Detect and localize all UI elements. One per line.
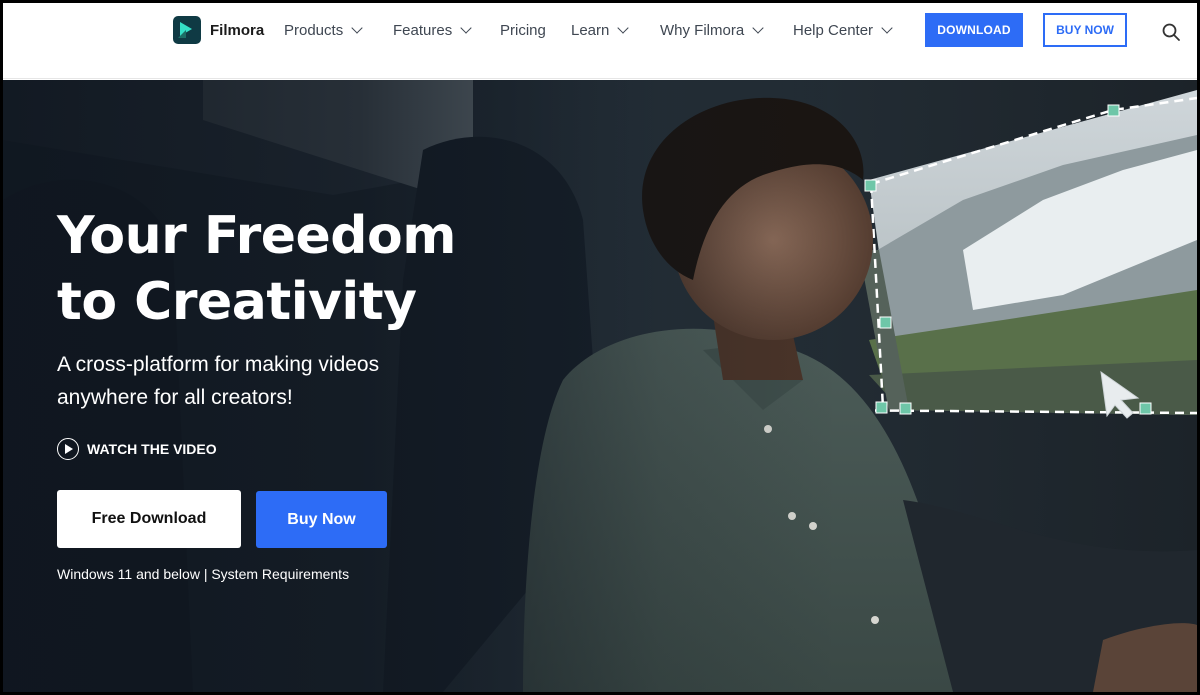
nav-item-pricing[interactable]: Pricing [500,22,546,39]
buy-now-button[interactable]: BUY NOW [1043,13,1127,47]
chevron-down-icon [752,22,764,34]
watch-video-label: WATCH THE VIDEO [87,441,217,457]
filmora-logo-icon [173,16,201,44]
nav-item-label: Pricing [500,22,546,39]
nav-item-label: Features [393,22,453,39]
browser-frame: Filmora Products Features Pricing Learn … [0,0,1200,695]
nav-item-label: Why Filmora [660,22,745,39]
chevron-down-icon [881,22,893,34]
nav-item-label: Learn [571,22,610,39]
nav-item-help-center[interactable]: Help Center [793,22,893,39]
hero-title: Your Freedom to Creativity [57,203,456,335]
download-button[interactable]: DOWNLOAD [925,13,1023,47]
search-icon[interactable] [1161,22,1181,42]
brand-name: Filmora [210,21,265,39]
system-requirements-link[interactable]: Windows 11 and below | System Requiremen… [57,566,349,582]
chevron-down-icon [460,22,472,34]
nav-item-why-filmora[interactable]: Why Filmora [660,22,764,39]
chevron-down-icon [617,22,630,34]
brand-logo[interactable]: Filmora [173,16,264,44]
hero-section: Your Freedom to Creativity A cross-platf… [3,80,1197,692]
top-navbar: Filmora Products Features Pricing Learn … [3,3,1197,63]
free-download-button[interactable]: Free Download [57,490,241,548]
watch-video-link[interactable]: WATCH THE VIDEO [57,438,217,460]
chevron-down-icon [351,22,363,34]
hero-buy-now-button[interactable]: Buy Now [256,491,387,548]
nav-divider [3,63,1197,79]
hero-subtitle: A cross-platform for making videos anywh… [57,353,380,409]
nav-item-label: Help Center [793,22,874,39]
nav-item-features[interactable]: Features [393,22,472,39]
nav-item-label: Products [284,22,344,39]
hero-title-line: to Creativity [57,272,417,332]
nav-item-learn[interactable]: Learn [571,22,630,39]
play-icon [57,438,79,460]
nav-item-products[interactable]: Products [284,22,363,39]
hero-title-line: Your Freedom [57,206,456,266]
